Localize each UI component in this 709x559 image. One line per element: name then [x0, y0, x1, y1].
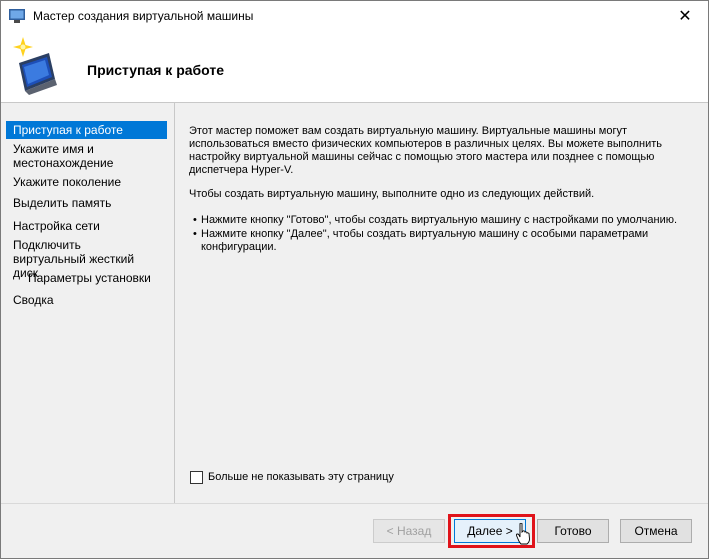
- finish-button[interactable]: Готово: [537, 519, 609, 543]
- nav-step-generation[interactable]: Укажите поколение: [6, 173, 167, 191]
- instruction-text: Чтобы создать виртуальную машину, выполн…: [189, 188, 595, 200]
- footer-divider: [1, 503, 708, 504]
- nav-step-memory[interactable]: Выделить память: [6, 194, 167, 212]
- nav-step-install-options[interactable]: Параметры установки: [21, 269, 167, 287]
- nav-step-name-location[interactable]: Укажите имя и местонахождение: [6, 140, 126, 172]
- page-heading: Приступая к работе: [87, 62, 225, 78]
- bullet-text: Нажмите кнопку "Далее", чтобы создать ви…: [201, 228, 649, 253]
- wizard-steps-nav: Приступая к работе Укажите имя и местона…: [1, 103, 173, 503]
- wizard-header: Приступая к работе: [1, 32, 708, 103]
- cancel-button[interactable]: Отмена: [620, 519, 692, 543]
- intro-text: Этот мастер поможет вам создать виртуаль…: [189, 125, 662, 176]
- nav-step-summary[interactable]: Сводка: [6, 291, 167, 309]
- wizard-window: Мастер создания виртуальной машины ✕ При…: [0, 0, 709, 559]
- window-title: Мастер создания виртуальной машины: [33, 9, 254, 23]
- new-vm-wizard-icon: [13, 37, 57, 95]
- bullet-text: Нажмите кнопку "Готово", чтобы создать в…: [201, 214, 678, 226]
- bullet-dot: •: [193, 228, 197, 240]
- wizard-content: Этот мастер поможет вам создать виртуаль…: [175, 103, 708, 503]
- dont-show-again-label[interactable]: Больше не показывать эту страницу: [208, 471, 394, 484]
- back-button[interactable]: < Назад: [373, 519, 445, 543]
- nav-step-networking[interactable]: Настройка сети: [6, 217, 167, 235]
- title-bar: Мастер создания виртуальной машины ✕: [1, 1, 708, 32]
- nav-step-getting-started[interactable]: Приступая к работе: [6, 121, 167, 139]
- hand-cursor-icon: [516, 523, 530, 545]
- close-icon[interactable]: ✕: [662, 1, 708, 32]
- dont-show-again-checkbox[interactable]: [190, 471, 203, 484]
- hyper-v-icon: [9, 9, 25, 23]
- bullet-dot: •: [193, 214, 197, 226]
